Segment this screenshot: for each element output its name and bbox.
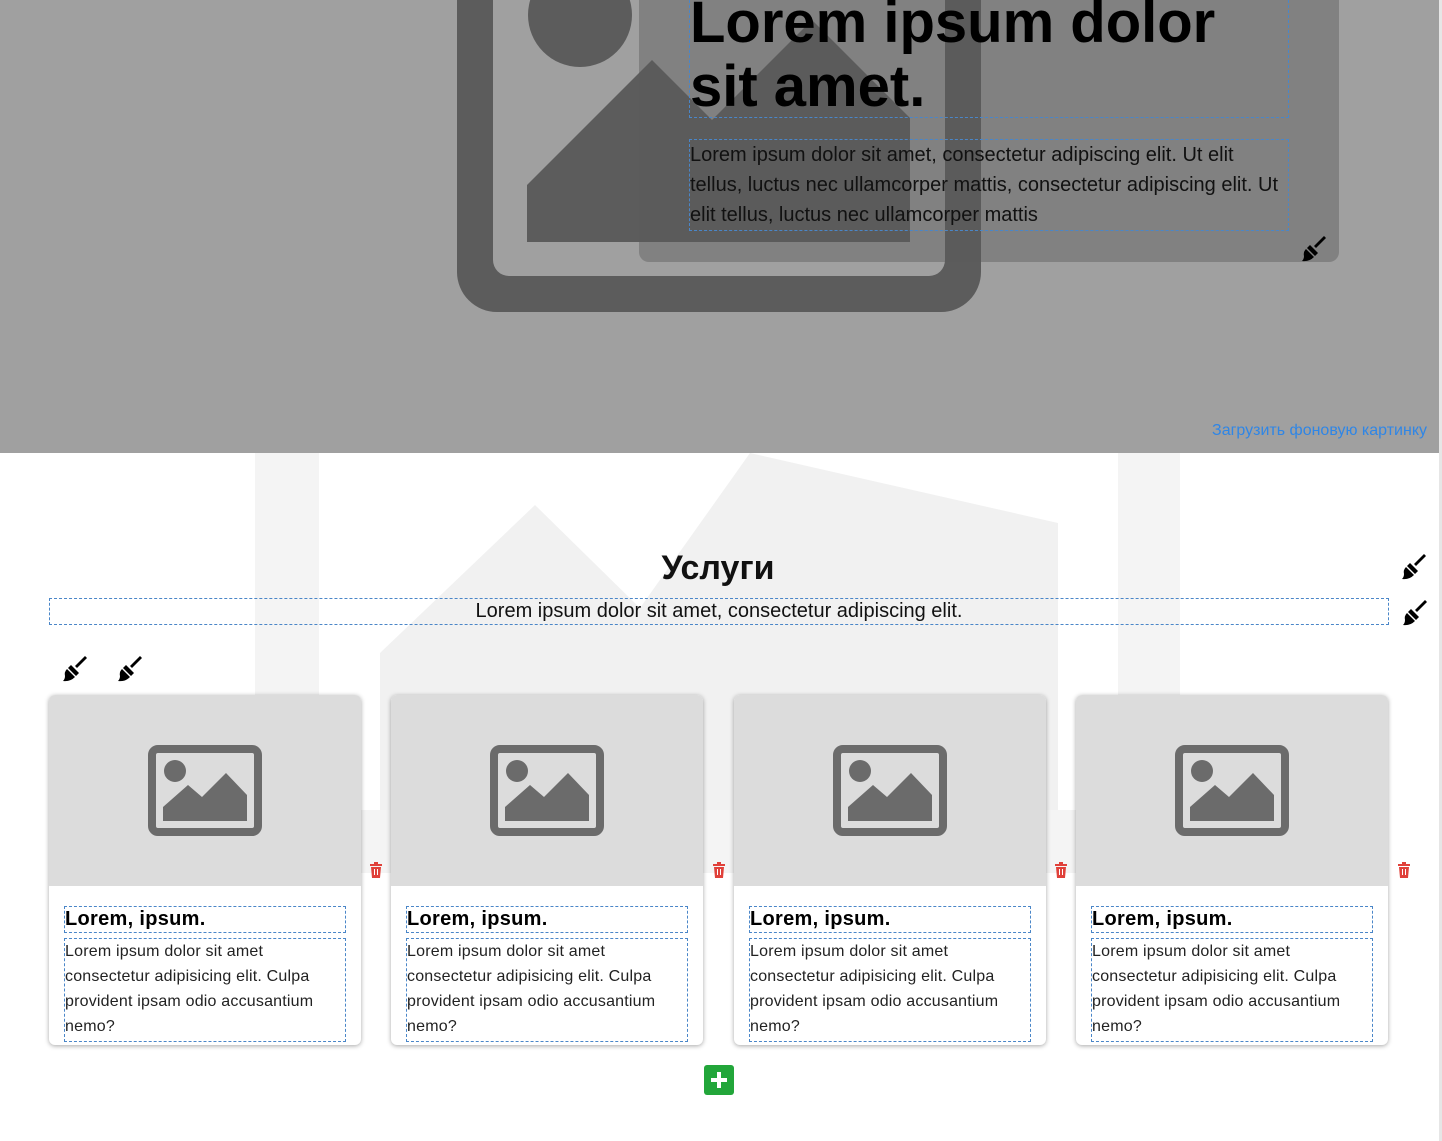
paint-brush-icon[interactable] bbox=[1301, 236, 1327, 262]
card-text[interactable]: Lorem ipsum dolor sit amet consectetur a… bbox=[749, 938, 1031, 1042]
image-placeholder-icon bbox=[833, 745, 947, 836]
trash-icon[interactable] bbox=[1054, 862, 1068, 878]
card-image[interactable] bbox=[49, 695, 361, 886]
hero-description[interactable]: Lorem ipsum dolor sit amet, consectetur … bbox=[689, 139, 1289, 231]
trash-icon[interactable] bbox=[369, 862, 383, 878]
services-subtitle[interactable]: Lorem ipsum dolor sit amet, consectetur … bbox=[49, 598, 1389, 625]
services-title[interactable]: Услуги bbox=[0, 546, 1436, 590]
card-title[interactable]: Lorem, ipsum. bbox=[749, 906, 1031, 933]
card-title[interactable]: Lorem, ipsum. bbox=[64, 906, 346, 933]
image-placeholder-icon bbox=[148, 745, 262, 836]
paint-brush-icon[interactable] bbox=[1401, 554, 1427, 580]
card-text[interactable]: Lorem ipsum dolor sit amet consectetur a… bbox=[1091, 938, 1373, 1042]
service-card: Lorem, ipsum. Lorem ipsum dolor sit amet… bbox=[391, 695, 703, 1045]
image-placeholder-icon bbox=[1175, 745, 1289, 836]
card-title[interactable]: Lorem, ipsum. bbox=[1091, 906, 1373, 933]
paint-brush-icon[interactable] bbox=[117, 656, 143, 682]
trash-icon[interactable] bbox=[712, 862, 726, 878]
card-text[interactable]: Lorem ipsum dolor sit amet consectetur a… bbox=[406, 938, 688, 1042]
plus-icon bbox=[711, 1072, 727, 1088]
trash-icon[interactable] bbox=[1397, 862, 1411, 878]
paint-brush-icon[interactable] bbox=[1402, 600, 1428, 626]
hero-title[interactable]: Lorem ipsum dolor sit amet. bbox=[689, 0, 1289, 118]
image-placeholder-icon bbox=[490, 745, 604, 836]
paint-brush-icon[interactable] bbox=[62, 656, 88, 682]
card-title[interactable]: Lorem, ipsum. bbox=[406, 906, 688, 933]
add-card-button[interactable] bbox=[704, 1065, 734, 1095]
card-image[interactable] bbox=[1076, 695, 1388, 886]
card-image[interactable] bbox=[734, 695, 1046, 886]
upload-background-link[interactable]: Загрузить фоновую картинку bbox=[1212, 422, 1427, 440]
service-card: Lorem, ipsum. Lorem ipsum dolor sit amet… bbox=[49, 695, 361, 1045]
service-card: Lorem, ipsum. Lorem ipsum dolor sit amet… bbox=[734, 695, 1046, 1045]
hero-section: Lorem ipsum dolor sit amet. Lorem ipsum … bbox=[0, 0, 1439, 453]
card-text[interactable]: Lorem ipsum dolor sit amet consectetur a… bbox=[64, 938, 346, 1042]
service-card: Lorem, ipsum. Lorem ipsum dolor sit amet… bbox=[1076, 695, 1388, 1045]
card-image[interactable] bbox=[391, 695, 703, 886]
